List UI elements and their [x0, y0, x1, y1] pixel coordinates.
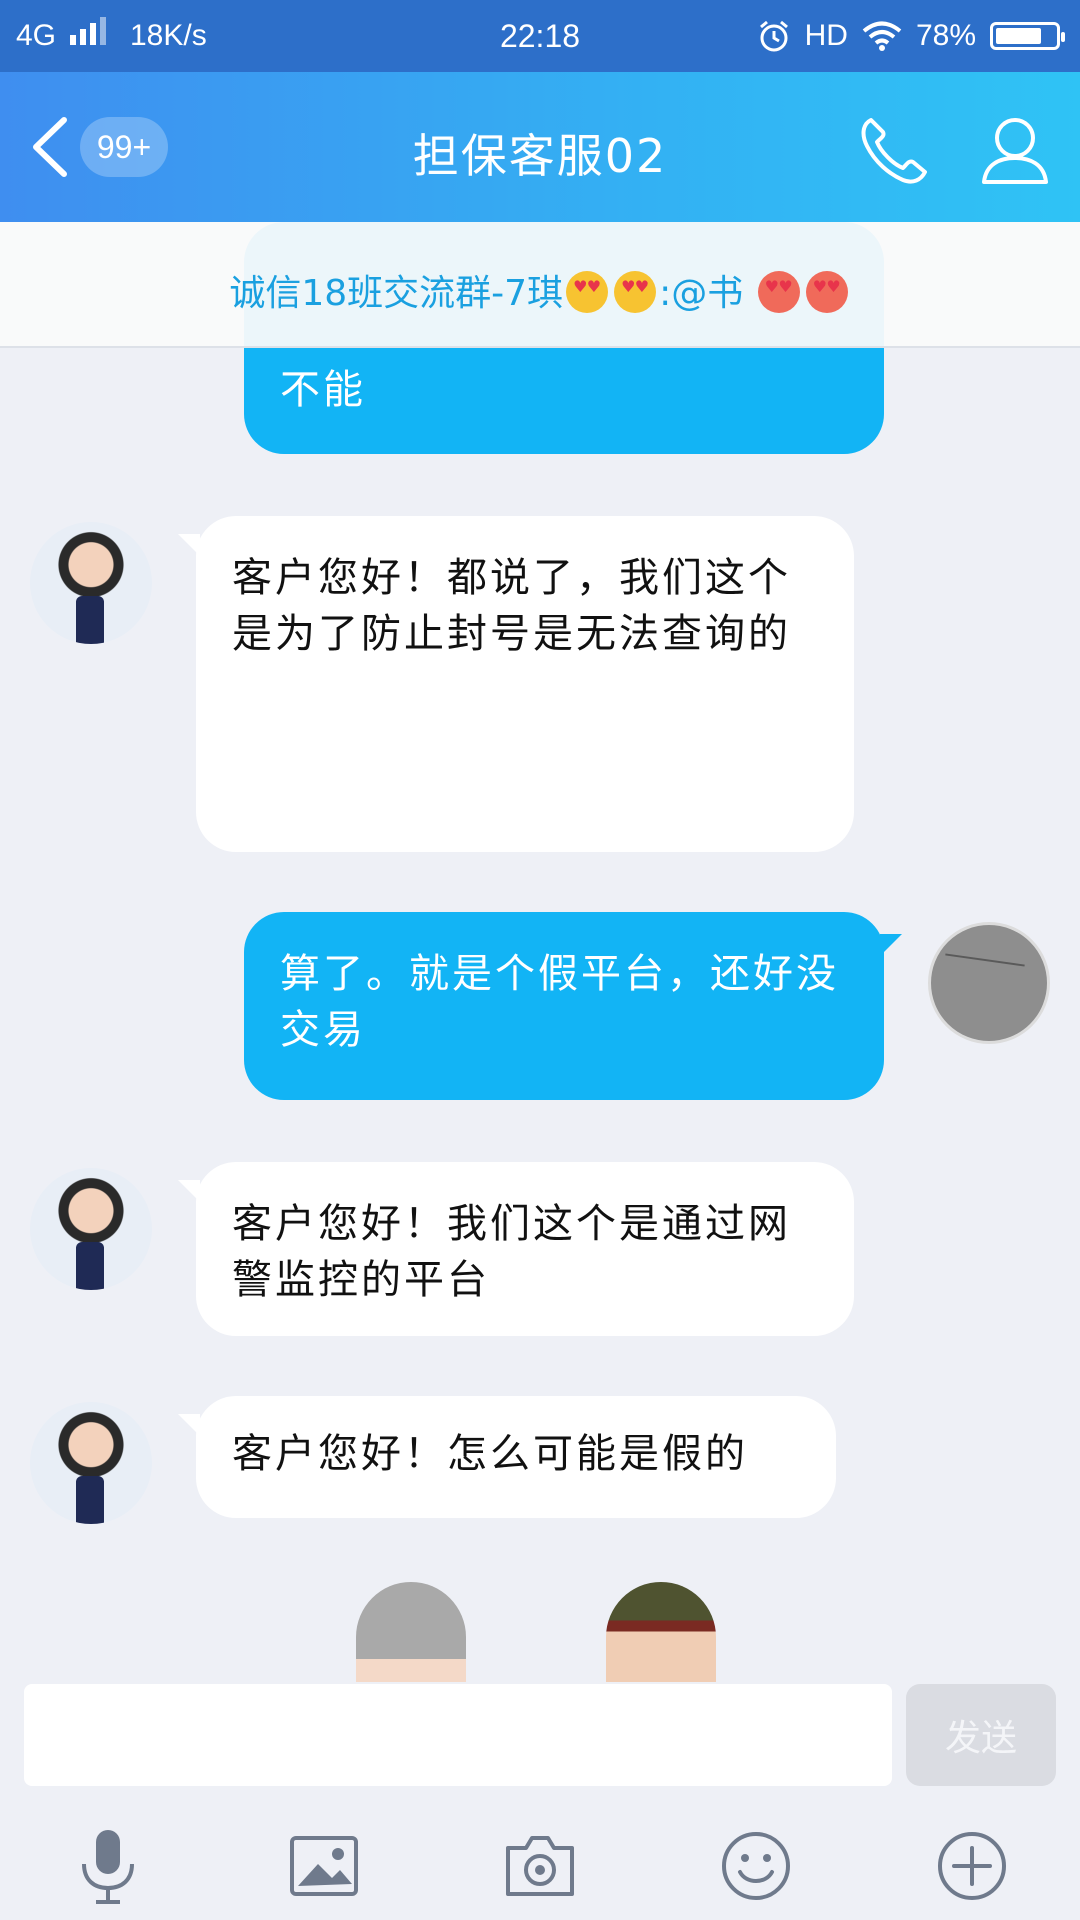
camera-icon[interactable]	[500, 1826, 580, 1906]
message-text: 不能	[280, 367, 366, 413]
hd-indicator: HD	[804, 19, 848, 52]
outgoing-message[interactable]: 算了。就是个假平台，还好没交易	[244, 912, 884, 1100]
agent-avatar[interactable]	[30, 1402, 152, 1524]
profile-icon[interactable]	[978, 112, 1052, 188]
star-struck-emoji-icon	[757, 271, 800, 313]
message-text: 客户您好！都说了，我们这个是为了防止封号是无法查询的	[232, 555, 791, 657]
chat-header: 99+ 担保客服02	[0, 72, 1080, 222]
sticker-gray-character[interactable]	[356, 1582, 466, 1682]
incoming-message[interactable]: 客户您好！怎么可能是假的	[196, 1396, 836, 1518]
agent-avatar[interactable]	[30, 1168, 152, 1290]
heart-eyes-emoji-icon	[566, 271, 609, 313]
agent-avatar[interactable]	[30, 522, 152, 644]
notice-text-end: :@书	[659, 273, 744, 314]
plus-icon[interactable]	[932, 1826, 1012, 1906]
message-input[interactable]	[24, 1684, 892, 1786]
microphone-icon[interactable]	[68, 1826, 148, 1906]
group-notice-banner[interactable]: 诚信18班交流群-7琪 :@书	[0, 222, 1080, 348]
incoming-message[interactable]: 客户您好！都说了，我们这个是为了防止封号是无法查询的	[196, 516, 854, 852]
emoji-icon[interactable]	[716, 1826, 796, 1906]
alarm-icon	[759, 20, 788, 52]
battery-fill	[996, 28, 1042, 44]
wifi-icon	[862, 21, 902, 51]
message-list[interactable]: 不能 客户您好！都说了，我们这个是为了防止封号是无法查询的 算了。就是个假平台，…	[0, 222, 1080, 1682]
battery-percent: 78%	[915, 19, 976, 52]
message-text: 客户您好！怎么可能是假的	[232, 1431, 748, 1477]
star-struck-emoji-icon	[805, 271, 848, 313]
composer: 发送	[0, 1682, 1080, 1920]
battery-icon	[990, 22, 1065, 50]
message-text: 算了。就是个假平台，还好没交易	[280, 951, 839, 1053]
status-bar: 4G 18K/s 22:18 HD 78%	[0, 0, 1080, 72]
my-avatar[interactable]	[928, 922, 1050, 1044]
send-button[interactable]: 发送	[906, 1684, 1056, 1786]
composer-toolbar	[0, 1826, 1080, 1920]
image-icon[interactable]	[284, 1826, 364, 1906]
notice-text-start: 诚信18班交流群-7琪	[229, 273, 564, 314]
heart-eyes-emoji-icon	[614, 271, 657, 313]
phone-icon[interactable]	[855, 112, 931, 188]
message-text: 客户您好！我们这个是通过网警监控的平台	[232, 1201, 791, 1303]
notice-text: 诚信18班交流群-7琪 :@书	[0, 264, 1080, 316]
status-right: HD 78%	[757, 0, 1065, 72]
incoming-message[interactable]: 客户您好！我们这个是通过网警监控的平台	[196, 1162, 854, 1336]
sticker-hooded-character[interactable]	[606, 1582, 716, 1682]
